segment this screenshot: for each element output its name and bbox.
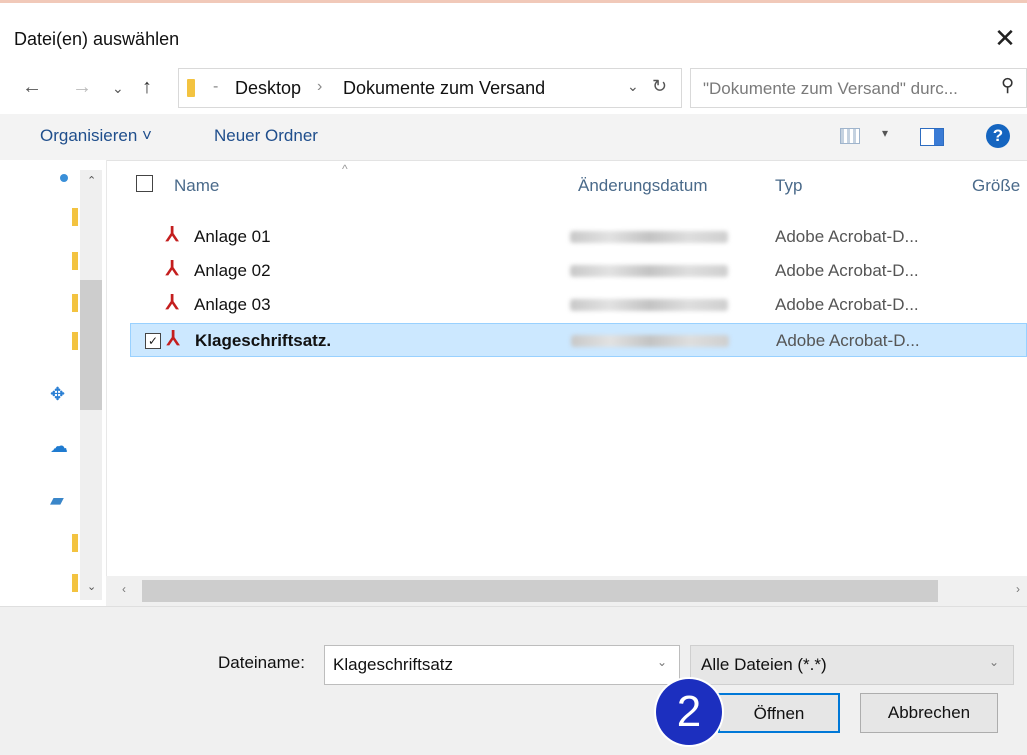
file-name: Anlage 02: [194, 261, 271, 280]
recent-locations-chevron-icon[interactable]: ⌄: [112, 80, 124, 97]
view-options-icon[interactable]: [840, 128, 860, 144]
back-arrow-icon[interactable]: ←: [22, 76, 42, 99]
up-arrow-icon[interactable]: ↑: [142, 76, 152, 99]
filter-value: Alle Dateien (*.*): [701, 655, 827, 674]
dropbox-icon[interactable]: ✥: [50, 384, 65, 405]
column-header-size[interactable]: Größe: [972, 176, 1020, 196]
file-list: ^ Name Änderungsdatum Typ Größe ⅄ Anlage…: [106, 160, 1027, 580]
scroll-down-icon[interactable]: ⌄: [87, 580, 96, 593]
file-date-blurred: [570, 231, 728, 243]
folder-icon[interactable]: [72, 332, 78, 350]
dialog-footer: Dateiname: Klageschriftsatz ⌄ Alle Datei…: [0, 606, 1027, 755]
navigation-pane[interactable]: ✥ ☁ ▰ ⌃ ⌄: [0, 160, 107, 604]
scroll-left-icon[interactable]: ‹: [122, 582, 126, 596]
new-folder-button[interactable]: Neuer Ordner: [214, 126, 318, 146]
address-bar[interactable]: - Desktop › Dokumente zum Versand ⌄ ↻: [178, 68, 682, 108]
pdf-icon: ⅄: [166, 258, 179, 280]
file-type: Adobe Acrobat-D...: [776, 331, 920, 350]
breadcrumb-desktop[interactable]: Desktop: [235, 78, 301, 99]
column-header-name[interactable]: Name: [174, 176, 219, 196]
breadcrumb-current-folder[interactable]: Dokumente zum Versand: [343, 78, 545, 99]
row-checkbox-checked[interactable]: ✓: [145, 333, 161, 349]
file-type: Adobe Acrobat-D...: [775, 295, 919, 314]
quick-access-icon[interactable]: [60, 174, 68, 182]
column-header-date[interactable]: Änderungsdatum: [578, 176, 707, 196]
close-button[interactable]: ✕: [990, 23, 1020, 53]
search-input[interactable]: "Dokumente zum Versand" durc... ⚲: [690, 68, 1027, 108]
address-dropdown-icon[interactable]: ⌄: [627, 78, 639, 95]
pdf-icon: ⅄: [167, 328, 180, 350]
folder-icon[interactable]: [72, 574, 78, 592]
folder-icon[interactable]: [72, 252, 78, 270]
filename-dropdown-icon[interactable]: ⌄: [657, 655, 667, 669]
scroll-up-icon[interactable]: ⌃: [87, 174, 96, 187]
search-icon[interactable]: ⚲: [1001, 75, 1014, 96]
file-type-filter[interactable]: Alle Dateien (*.*) ⌄: [690, 645, 1014, 685]
cancel-button[interactable]: Abbrechen: [860, 693, 998, 733]
navigation-scrollbar[interactable]: [80, 170, 102, 600]
scroll-right-icon[interactable]: ›: [1016, 582, 1020, 596]
sort-caret-icon: ^: [342, 162, 348, 176]
view-dropdown-icon[interactable]: ▾: [882, 126, 888, 140]
filter-dropdown-icon: ⌄: [989, 655, 1000, 669]
organize-menu[interactable]: Organisieren ˅: [40, 126, 152, 146]
open-button[interactable]: Öffnen: [718, 693, 840, 733]
filename-field[interactable]: Klageschriftsatz ⌄: [324, 645, 680, 685]
file-date-blurred: [570, 265, 728, 277]
step-number-badge: 2: [656, 679, 722, 745]
file-type: Adobe Acrobat-D...: [775, 227, 919, 246]
file-row[interactable]: ⅄ Anlage 02 Adobe Acrobat-D...: [130, 254, 1027, 288]
column-header-type[interactable]: Typ: [775, 176, 802, 196]
file-name: Klageschriftsatz.: [195, 331, 332, 350]
this-pc-icon[interactable]: ▰: [50, 490, 64, 511]
horizontal-scrollbar[interactable]: ‹ ›: [106, 576, 1027, 606]
select-all-checkbox[interactable]: [136, 175, 153, 192]
command-toolbar: Organisieren ˅ Neuer Ordner ▾ ?: [0, 114, 1027, 161]
file-type: Adobe Acrobat-D...: [775, 261, 919, 280]
folder-icon[interactable]: [72, 294, 78, 312]
breadcrumb-chevron-icon[interactable]: ›: [317, 78, 322, 96]
search-placeholder: "Dokumente zum Versand" durc...: [703, 79, 958, 98]
forward-arrow-icon[interactable]: →: [72, 76, 92, 99]
address-row: ← → ⌄ ↑ - Desktop › Dokumente zum Versan…: [0, 64, 1027, 114]
file-name: Anlage 03: [194, 295, 271, 314]
pdf-icon: ⅄: [166, 224, 179, 246]
filename-label: Dateiname:: [218, 653, 305, 672]
file-row[interactable]: ⅄ Anlage 03 Adobe Acrobat-D...: [130, 288, 1027, 322]
scrollbar-thumb[interactable]: [142, 580, 938, 602]
onedrive-icon[interactable]: ☁: [50, 436, 68, 457]
folder-icon[interactable]: [72, 208, 78, 226]
pdf-icon: ⅄: [166, 292, 179, 314]
breadcrumb-separator-icon: -: [213, 78, 219, 95]
filename-value: Klageschriftsatz: [333, 655, 453, 674]
dialog-title: Datei(en) auswählen: [14, 29, 180, 49]
scrollbar-thumb[interactable]: [80, 280, 102, 410]
folder-icon: [187, 79, 195, 97]
file-name: Anlage 01: [194, 227, 271, 246]
preview-pane-icon[interactable]: [920, 128, 944, 146]
refresh-icon[interactable]: ↻: [652, 76, 667, 97]
folder-icon[interactable]: [72, 534, 78, 552]
file-row[interactable]: ⅄ Anlage 01 Adobe Acrobat-D...: [130, 220, 1027, 254]
file-date-blurred: [570, 299, 728, 311]
help-icon[interactable]: ?: [986, 124, 1010, 148]
file-row-selected[interactable]: ✓ ⅄ Klageschriftsatz. Adobe Acrobat-D...: [130, 323, 1027, 357]
file-date-blurred: [571, 335, 729, 347]
